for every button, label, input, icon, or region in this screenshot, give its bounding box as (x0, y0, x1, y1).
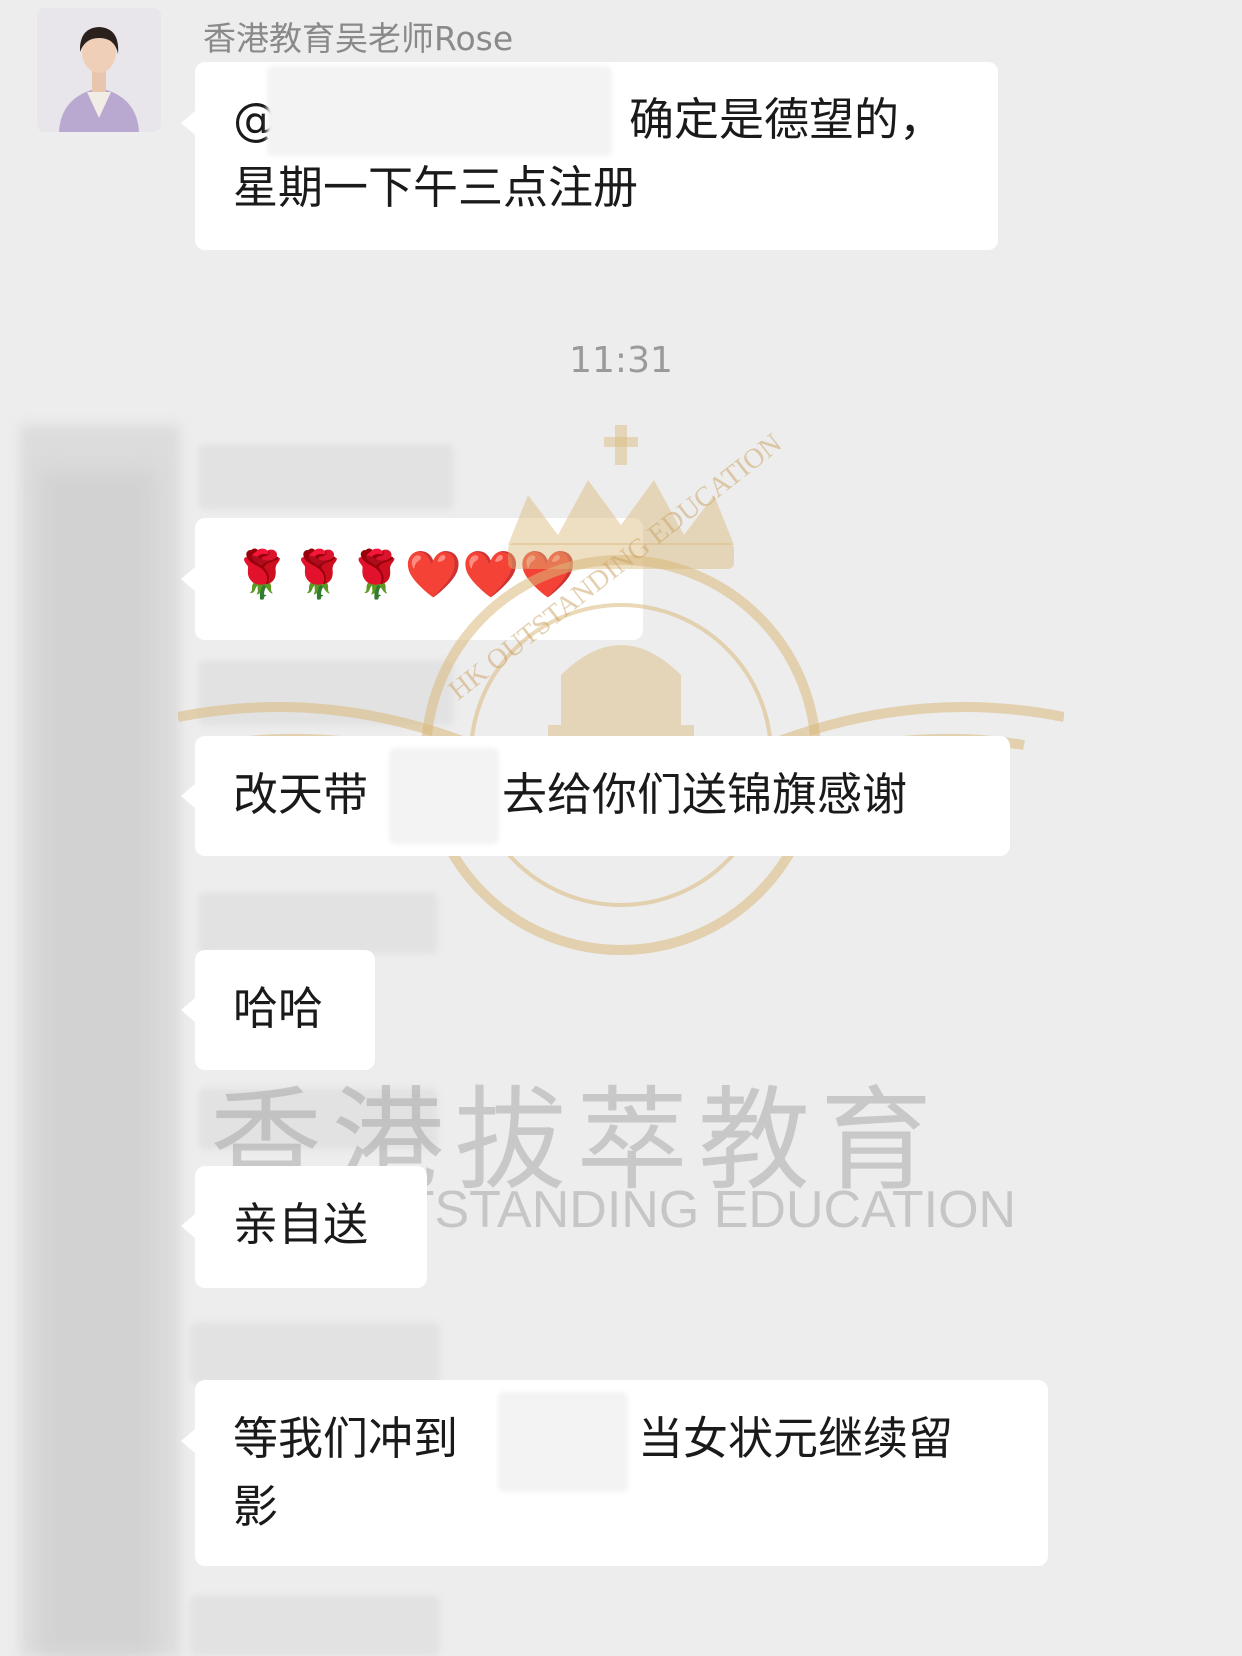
sender-avatar[interactable] (37, 8, 161, 132)
bubble-tail (181, 1429, 195, 1453)
bubble-tail (181, 784, 195, 808)
timestamp: 11:31 (569, 340, 673, 381)
message-text: 亲自送 (233, 1198, 369, 1251)
message-text: 影 (233, 1480, 279, 1533)
bubble-tail (181, 998, 195, 1022)
bubble-tail (181, 1214, 195, 1238)
message-bubble[interactable]: 等我们冲到 当女状元继续留 影 (195, 1380, 1048, 1566)
logo-watermark: HK OUTSTANDING EDUCATION (177, 425, 1065, 1010)
message-text: 确定是德望的， (629, 93, 945, 146)
message-text: 星期一下午三点注册 (233, 161, 639, 214)
sender-name: 香港教育吴老师Rose (203, 19, 514, 58)
message-text: 哈哈 (233, 982, 324, 1035)
avatar-portrait (37, 8, 161, 132)
redacted-school (498, 1392, 628, 1492)
blurred-sender-name (190, 1595, 440, 1656)
redacted-name (267, 66, 612, 156)
blurred-avatar-column-inner (40, 470, 155, 1656)
message-bubble[interactable]: @ 确定是德望的， 星期一下午三点注册 (195, 62, 998, 250)
message-text: 改天带 (233, 768, 369, 821)
blurred-sender-name (190, 1322, 440, 1384)
message-bubble[interactable]: 改天带 去给你们送锦旗感谢 (195, 736, 1010, 856)
message-text: 等我们冲到 (233, 1412, 459, 1465)
bubble-tail (181, 111, 195, 135)
redacted-name (389, 748, 499, 844)
message-bubble[interactable]: 亲自送 (195, 1166, 427, 1288)
message-text: 去给你们送锦旗感谢 (502, 768, 908, 821)
crown-emblem-icon: HK OUTSTANDING EDUCATION (177, 425, 1065, 955)
message-text: 当女状元继续留 (638, 1412, 954, 1465)
